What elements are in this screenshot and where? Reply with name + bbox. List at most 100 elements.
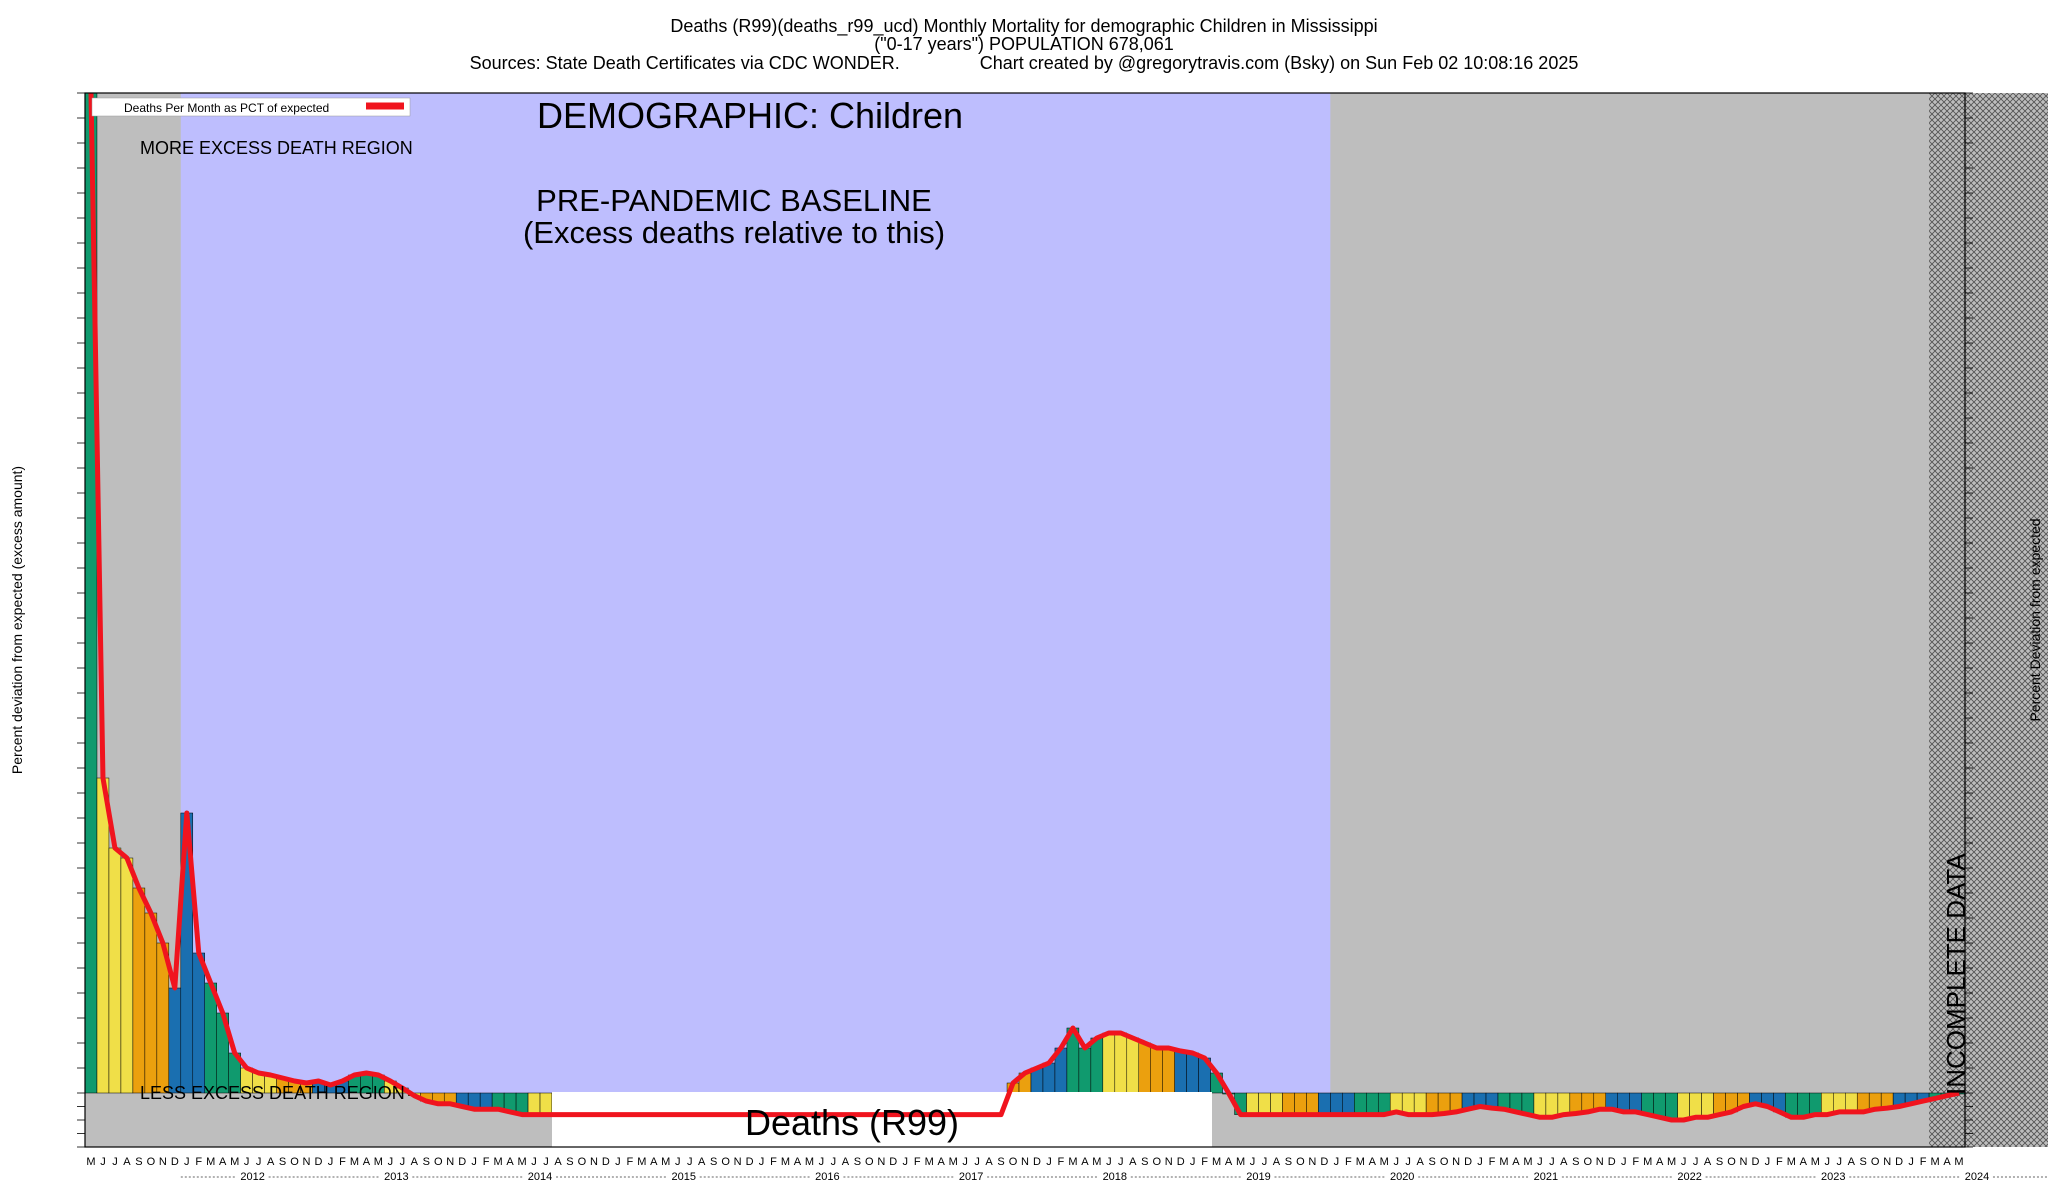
bar xyxy=(1425,1092,1439,1115)
x-tick-label: M xyxy=(925,1156,934,1168)
x-tick-label: J xyxy=(543,1156,549,1168)
x-tick-label: O xyxy=(865,1156,874,1168)
bar xyxy=(96,777,110,1094)
x-tick-label: M xyxy=(206,1156,215,1168)
x-year-label: 2023 xyxy=(1821,1171,1845,1183)
x-tick-label: M xyxy=(1930,1156,1939,1168)
x-tick-label: F xyxy=(626,1156,633,1168)
x-tick-label: O xyxy=(1584,1156,1593,1168)
x-tick-label: N xyxy=(1883,1156,1891,1168)
bar xyxy=(1809,1092,1822,1115)
x-tick-label: D xyxy=(602,1156,610,1168)
bar xyxy=(1126,1037,1140,1094)
x-tick-label: A xyxy=(1225,1156,1233,1168)
x-tick-label: S xyxy=(854,1156,861,1168)
x-tick-label: M xyxy=(1236,1156,1245,1168)
x-tick-label: J xyxy=(388,1156,394,1168)
bar xyxy=(1366,1092,1379,1115)
bar xyxy=(1330,1092,1343,1115)
x-tick-label: D xyxy=(1751,1156,1759,1168)
x-tick-label: S xyxy=(566,1156,573,1168)
bar xyxy=(1294,1092,1307,1115)
x-tick-label: N xyxy=(303,1156,311,1168)
x-tick-label: F xyxy=(1489,1156,1496,1168)
x-tick-label: J xyxy=(1537,1156,1543,1168)
x-year-label: 2016 xyxy=(815,1171,839,1183)
x-tick-label: D xyxy=(1608,1156,1616,1168)
x-tick-label: M xyxy=(86,1156,95,1168)
x-tick-label: A xyxy=(938,1156,946,1168)
x-tick-label: J xyxy=(1250,1156,1256,1168)
x-tick-label: J xyxy=(531,1156,537,1168)
x-tick-label: N xyxy=(159,1156,167,1168)
x-tick-label: S xyxy=(1572,1156,1579,1168)
bar xyxy=(1342,1092,1355,1115)
x-tick-label: S xyxy=(135,1156,142,1168)
x-tick-label: J xyxy=(1837,1156,1843,1168)
x-tick-label: M xyxy=(1068,1156,1077,1168)
x-tick-label: M xyxy=(1356,1156,1365,1168)
x-tick-label: J xyxy=(184,1156,190,1168)
x-tick-label: M xyxy=(1787,1156,1796,1168)
x-year-label: 2017 xyxy=(959,1171,983,1183)
x-tick-label: N xyxy=(590,1156,598,1168)
x-tick-label: A xyxy=(363,1156,371,1168)
bar xyxy=(1150,1047,1163,1094)
x-tick-label: D xyxy=(1320,1156,1328,1168)
x-tick-label: A xyxy=(1369,1156,1377,1168)
x-tick-label: J xyxy=(831,1156,837,1168)
x-tick-label: F xyxy=(914,1156,921,1168)
x-year-label: 2021 xyxy=(1534,1171,1558,1183)
x-tick-label: J xyxy=(1405,1156,1411,1168)
bar xyxy=(1258,1092,1271,1115)
x-tick-label: F xyxy=(339,1156,346,1168)
bar xyxy=(1282,1092,1295,1115)
x-tick-label: M xyxy=(517,1156,526,1168)
x-tick-label: N xyxy=(877,1156,885,1168)
x-tick-label: J xyxy=(256,1156,262,1168)
bar xyxy=(168,987,182,1094)
bar xyxy=(1557,1092,1571,1115)
x-tick-label: S xyxy=(1860,1156,1867,1168)
x-tick-label: A xyxy=(1704,1156,1712,1168)
bar xyxy=(1413,1092,1427,1115)
x-tick-label: F xyxy=(1920,1156,1927,1168)
bar xyxy=(1545,1092,1559,1118)
x-tick-label: A xyxy=(1273,1156,1281,1168)
x-tick-label: J xyxy=(400,1156,406,1168)
x-tick-label: A xyxy=(698,1156,706,1168)
bar xyxy=(1653,1092,1666,1118)
x-tick-label: D xyxy=(1464,1156,1472,1168)
x-tick-label: O xyxy=(147,1156,156,1168)
x-tick-label: M xyxy=(1380,1156,1389,1168)
x-tick-label: J xyxy=(962,1156,968,1168)
x-tick-label: F xyxy=(195,1156,202,1168)
x-tick-label: A xyxy=(1129,1156,1137,1168)
x-tick-label: O xyxy=(1440,1156,1449,1168)
x-tick-label: F xyxy=(770,1156,777,1168)
bar xyxy=(192,952,205,1094)
x-tick-label: J xyxy=(615,1156,621,1168)
x-tick-label: M xyxy=(1667,1156,1676,1168)
bar xyxy=(120,857,134,1094)
x-tick-label: F xyxy=(1776,1156,1783,1168)
bar xyxy=(132,887,146,1094)
x-tick-label: S xyxy=(1285,1156,1292,1168)
x-tick-label: M xyxy=(1092,1156,1101,1168)
x-tick-label: J xyxy=(1262,1156,1268,1168)
x-tick-label: O xyxy=(578,1156,587,1168)
x-tick-label: A xyxy=(1800,1156,1808,1168)
x-tick-label: J xyxy=(1549,1156,1555,1168)
x-tick-label: N xyxy=(446,1156,454,1168)
x-tick-label: A xyxy=(411,1156,419,1168)
x-tick-label: N xyxy=(1452,1156,1460,1168)
x-tick-label: J xyxy=(244,1156,250,1168)
bar xyxy=(1797,1092,1810,1118)
x-tick-label: A xyxy=(1656,1156,1664,1168)
x-tick-label: A xyxy=(123,1156,131,1168)
legend: Deaths Per Month as PCT of expected xyxy=(91,97,411,117)
x-tick-label: J xyxy=(1693,1156,1699,1168)
y-axis-right-label: Percent Deviation from expected xyxy=(2027,518,2043,721)
bar xyxy=(1318,1092,1331,1115)
bar xyxy=(1389,1092,1403,1113)
